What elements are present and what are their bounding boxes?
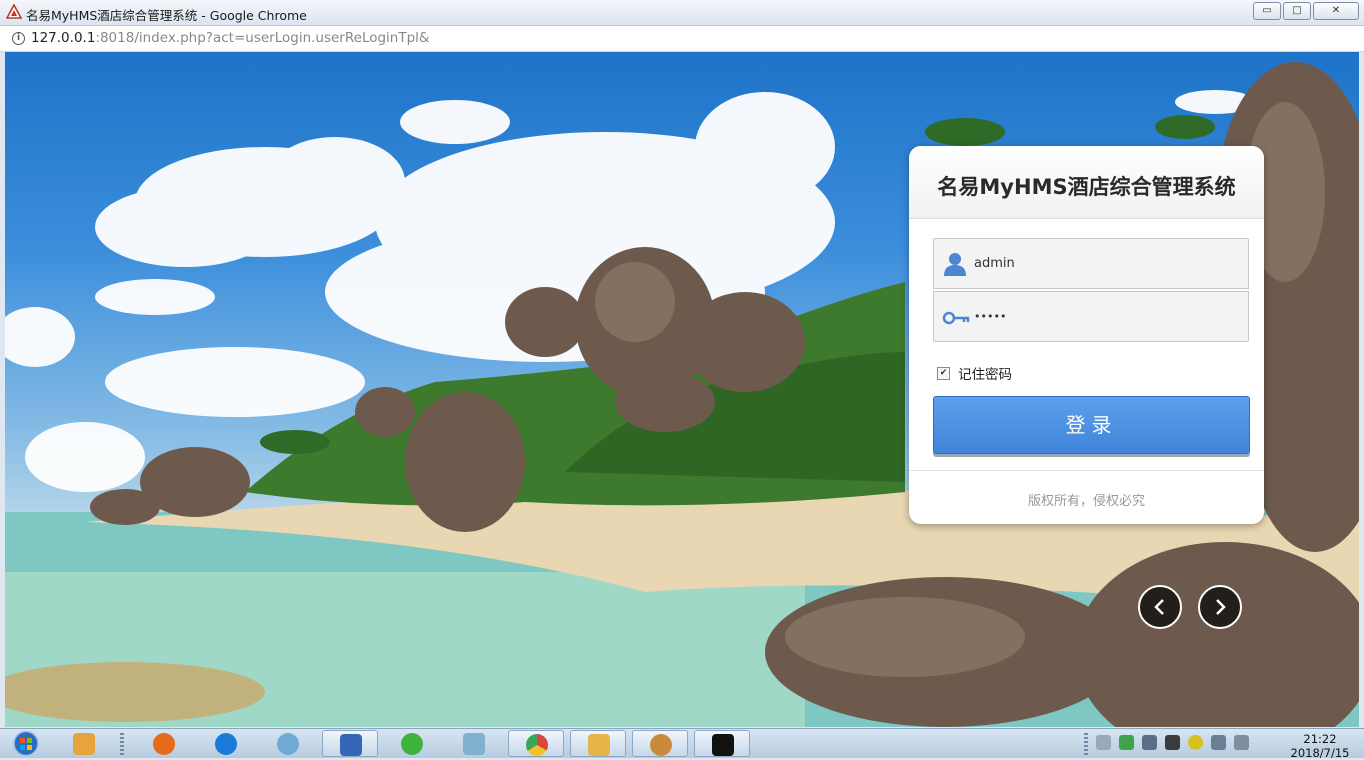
kugou-icon xyxy=(215,733,237,755)
login-button[interactable]: 登录 xyxy=(933,396,1250,454)
app-logo-icon xyxy=(6,4,22,19)
taskbar-cmd[interactable] xyxy=(694,730,750,757)
antivirus-icon[interactable] xyxy=(1165,735,1180,750)
taskbar-clock[interactable]: 21:22 2018/7/15 xyxy=(1290,732,1350,760)
username-input[interactable] xyxy=(974,251,1234,275)
network-icon[interactable] xyxy=(1142,735,1157,750)
taskbar-paint[interactable] xyxy=(632,730,688,757)
user-icon xyxy=(944,253,966,276)
password-field[interactable] xyxy=(933,291,1249,342)
address-bar[interactable]: i 127.0.0.1:8018/index.php?act=userLogin… xyxy=(0,26,1364,52)
window-title: 名易MyHMS酒店综合管理系统 - Google Chrome xyxy=(26,8,307,23)
firefox-icon xyxy=(153,733,175,755)
taskbar-kugou[interactable] xyxy=(198,730,254,757)
carousel-prev-button[interactable] xyxy=(1138,585,1182,629)
chrome-icon xyxy=(526,734,548,756)
password-input[interactable] xyxy=(974,304,1234,328)
chevron-left-icon xyxy=(1154,599,1164,615)
paint-icon xyxy=(650,734,672,756)
explorer-icon xyxy=(588,734,610,756)
volume-icon[interactable] xyxy=(1234,735,1249,750)
shield-icon[interactable] xyxy=(1119,735,1134,750)
taskbar-notepad[interactable] xyxy=(446,730,502,757)
window-titlebar: 名易MyHMS酒店综合管理系统 - Google Chrome ▭ □ ✕ xyxy=(0,0,1364,26)
login-card: 名易MyHMS酒店综合管理系统 ✔ 记住密码 登录 版权所有，侵权必究 xyxy=(909,146,1264,524)
close-button[interactable]: ✕ xyxy=(1313,2,1359,20)
taskbar: 21:22 2018/7/15 xyxy=(0,728,1364,760)
cmd-icon xyxy=(712,734,734,756)
notepad-icon xyxy=(463,733,485,755)
site-info-icon[interactable]: i xyxy=(12,32,25,45)
taskbar-explorer[interactable] xyxy=(570,730,626,757)
plus-icon[interactable] xyxy=(1188,735,1203,750)
windows-start-icon[interactable] xyxy=(6,730,46,757)
login-title: 名易MyHMS酒店综合管理系统 xyxy=(937,175,1236,199)
remember-password[interactable]: ✔ 记住密码 xyxy=(937,363,1012,383)
taskbar-safari[interactable] xyxy=(260,730,316,757)
chevron-right-icon xyxy=(1216,599,1226,615)
taskbar-firefox[interactable] xyxy=(136,730,192,757)
remote-desktop-icon xyxy=(340,734,362,756)
clock-date: 2018/7/15 xyxy=(1290,746,1350,760)
system-tray xyxy=(1096,735,1257,750)
safari-icon xyxy=(277,733,299,755)
carousel-next-button[interactable] xyxy=(1198,585,1242,629)
card-divider xyxy=(909,470,1264,471)
remember-label: 记住密码 xyxy=(958,367,1012,383)
url-host: 127.0.0.1 xyxy=(31,30,96,46)
keyboard-icon[interactable] xyxy=(1096,735,1111,750)
minimize-button[interactable]: ▭ xyxy=(1253,2,1281,20)
clock-time: 21:22 xyxy=(1303,732,1337,746)
taskbar-wechat[interactable] xyxy=(384,730,440,757)
maximize-button[interactable]: □ xyxy=(1283,2,1311,20)
taskbar-remote-desktop[interactable] xyxy=(322,730,378,757)
window-controls: ▭ □ ✕ xyxy=(1251,2,1359,20)
copyright-text: 版权所有，侵权必究 xyxy=(1027,494,1145,509)
username-field[interactable] xyxy=(933,238,1249,289)
app-icon-1 xyxy=(73,733,95,755)
wechat-icon xyxy=(401,733,423,755)
remember-checkbox[interactable]: ✔ xyxy=(937,366,950,380)
taskbar-grip[interactable] xyxy=(120,733,124,755)
taskbar-app-1[interactable] xyxy=(56,730,112,757)
key-icon xyxy=(942,311,970,325)
display-icon[interactable] xyxy=(1211,735,1226,750)
url-path: :8018/index.php?act=userLogin.userReLogi… xyxy=(95,30,430,46)
url-text[interactable]: 127.0.0.1:8018/index.php?act=userLogin.u… xyxy=(31,30,429,46)
taskbar-chrome[interactable] xyxy=(508,730,564,757)
tray-grip[interactable] xyxy=(1084,733,1088,755)
